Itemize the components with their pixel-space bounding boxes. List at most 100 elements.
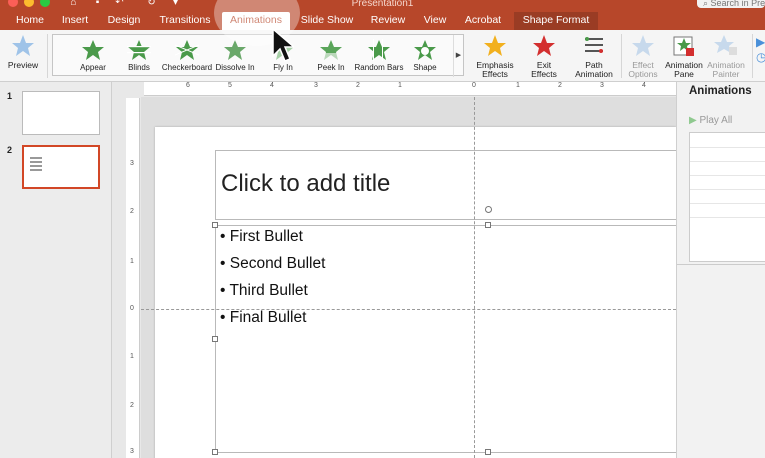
animations-ribbon: Preview Appear Blinds Checkerboard Disso… xyxy=(0,30,765,82)
dissolve-in-label: Dissolve In xyxy=(215,63,255,72)
bullet-item[interactable]: First Bullet xyxy=(220,228,303,246)
bullet-item[interactable]: Second Bullet xyxy=(220,255,326,273)
tab-shape-format[interactable]: Shape Format xyxy=(514,12,598,30)
ruler-number: 1 xyxy=(398,82,402,89)
animation-list-row xyxy=(690,203,765,204)
peek-in-label: Peek In xyxy=(317,63,345,72)
appear-label: Appear xyxy=(80,63,106,72)
mouse-cursor-icon xyxy=(272,28,294,62)
path-animation-icon xyxy=(585,37,603,53)
animation-list-row xyxy=(690,217,765,218)
ruler-number: 4 xyxy=(270,82,274,89)
slide: Click to add title First Bullet Second B… xyxy=(155,127,695,458)
resize-handle[interactable] xyxy=(485,222,491,228)
animation-list[interactable] xyxy=(689,132,765,262)
exit-star-icon xyxy=(533,35,555,56)
title-placeholder-text: Click to add title xyxy=(221,170,391,197)
document-title: Presentation1 xyxy=(351,0,414,9)
play-timing-icon[interactable]: ▶ ◷ xyxy=(756,30,765,82)
ruler-number: 6 xyxy=(186,82,190,89)
title-bar: ⌂ ▪ ↶ ↻ ▾ Presentation1 ⌕ Search in Pres… xyxy=(0,0,765,12)
animation-list-row xyxy=(690,161,765,162)
animation-gallery[interactable]: Appear Blinds Checkerboard Dissolve In F… xyxy=(52,34,464,77)
resize-handle[interactable] xyxy=(485,449,491,455)
thumb-bullet-line xyxy=(30,157,42,159)
ruler-number: 3 xyxy=(314,82,318,89)
resize-handle[interactable] xyxy=(212,222,218,228)
resize-handle[interactable] xyxy=(212,336,218,342)
shape-star-icon xyxy=(414,40,436,60)
fly-in-label: Fly In xyxy=(273,63,293,72)
title-placeholder[interactable]: Click to add title xyxy=(215,150,695,220)
ruler-number: 1 xyxy=(516,82,520,89)
animation-pane-title: Animations xyxy=(689,85,752,97)
checkerboard-label: Checkerboard xyxy=(161,63,213,72)
vertical-ruler: 3 2 1 0 1 2 3 xyxy=(126,98,140,458)
ruler-number: 1 xyxy=(130,353,134,360)
thumb-bullet-line xyxy=(30,165,42,167)
bullet-item[interactable]: Third Bullet xyxy=(220,282,307,300)
emphasis-label-2: Effects xyxy=(482,69,508,79)
appear-star-icon xyxy=(82,40,104,60)
animation-painter-label-2: Painter xyxy=(712,69,740,79)
ribbon-tabs: Home Insert Design Transitions Animation… xyxy=(0,12,765,30)
exit-label-2: Effects xyxy=(531,69,557,79)
ruler-number: 2 xyxy=(130,402,134,409)
emphasis-effects-button[interactable]: Emphasis Effects xyxy=(472,30,518,82)
content-placeholder[interactable]: First Bullet Second Bullet Third Bullet … xyxy=(215,225,695,453)
effect-options-label-2: Options xyxy=(628,69,658,79)
resize-handle[interactable] xyxy=(212,449,218,455)
play-all-label: Play All xyxy=(699,115,733,126)
vertical-guide xyxy=(474,97,475,458)
play-all-button[interactable]: ▶ Play All xyxy=(689,115,732,126)
dissolve-star-icon xyxy=(224,40,246,60)
exit-effects-button[interactable]: Exit Effects xyxy=(522,30,566,82)
gallery-more-arrow-icon[interactable]: ▶ xyxy=(453,35,463,77)
tab-view[interactable]: View xyxy=(418,12,452,30)
search-input[interactable]: ⌕ Search in Presentation xyxy=(697,0,765,8)
search-placeholder: Search in Presentation xyxy=(710,0,765,8)
thumb-bullet-line xyxy=(30,161,42,163)
effect-options-button[interactable]: Effect Options xyxy=(622,30,664,82)
animation-pane-icon xyxy=(673,36,694,56)
tab-slide-show[interactable]: Slide Show xyxy=(296,12,358,30)
rotate-handle-icon[interactable] xyxy=(485,206,492,213)
emphasis-star-icon xyxy=(484,35,506,56)
ruler-number: 2 xyxy=(356,82,360,89)
ruler-number: 0 xyxy=(472,82,476,89)
animation-pane-label-2: Pane xyxy=(674,69,694,79)
animation-painter-button[interactable]: Animation Painter xyxy=(704,30,748,82)
path-animation-button[interactable]: Path Animation xyxy=(570,30,618,82)
preview-star-icon xyxy=(12,35,34,56)
bullet-item[interactable]: Final Bullet xyxy=(220,309,307,327)
animation-list-row xyxy=(690,189,765,190)
slide-number-2: 2 xyxy=(7,145,13,155)
animation-pane-button[interactable]: Animation Pane xyxy=(664,30,704,82)
animation-pane: Animations ▶ Play All xyxy=(676,82,765,458)
powerpoint-window: ⌂ ▪ ↶ ↻ ▾ Presentation1 ⌕ Search in Pres… xyxy=(0,0,765,458)
tab-home[interactable]: Home xyxy=(10,12,50,30)
tab-insert[interactable]: Insert xyxy=(54,12,96,30)
slide-canvas: Click to add title First Bullet Second B… xyxy=(141,97,695,458)
thumb-bullet-line xyxy=(30,169,42,171)
effect-options-icon xyxy=(632,35,654,56)
ruler-number: 1 xyxy=(130,258,134,265)
slide-thumbnail-2[interactable] xyxy=(22,145,100,189)
preview-label: Preview xyxy=(7,60,39,70)
tab-transitions[interactable]: Transitions xyxy=(152,12,218,30)
checkerboard-star-icon xyxy=(175,40,199,60)
blinds-label: Blinds xyxy=(128,63,150,72)
ruler-number: 3 xyxy=(130,448,134,455)
slide-thumbnail-1[interactable] xyxy=(22,91,100,135)
tab-review[interactable]: Review xyxy=(364,12,412,30)
pane-divider xyxy=(677,264,765,265)
preview-button[interactable]: Preview xyxy=(4,30,42,82)
gallery-shape[interactable]: Shape xyxy=(397,35,453,77)
ruler-number: 3 xyxy=(600,82,604,89)
animation-list-row xyxy=(690,147,765,148)
tab-acrobat[interactable]: Acrobat xyxy=(458,12,508,30)
ruler-number: 4 xyxy=(642,82,646,89)
shape-label: Shape xyxy=(413,63,437,72)
path-label-2: Animation xyxy=(575,69,613,79)
tab-design[interactable]: Design xyxy=(100,12,148,30)
